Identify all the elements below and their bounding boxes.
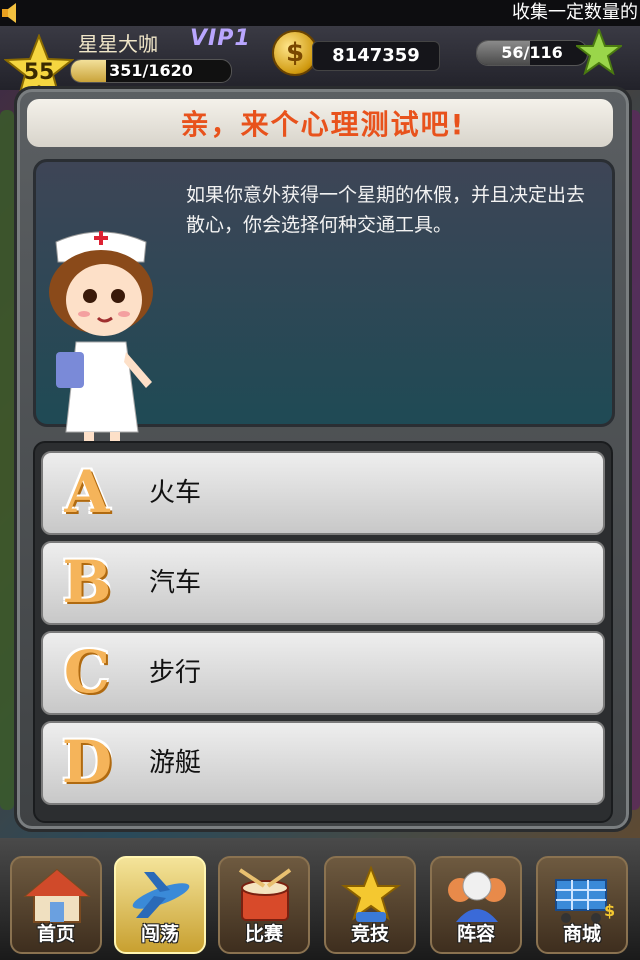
option-d-button[interactable]: D 游艇 <box>41 721 605 805</box>
level-number: 55 <box>23 60 55 85</box>
nav-arena-button[interactable]: 竞技 <box>324 856 416 954</box>
nav-match-button[interactable]: 比赛 <box>218 856 310 954</box>
option-label: 游艇 <box>149 748 202 778</box>
svg-text:$: $ <box>604 901 615 920</box>
option-label: 步行 <box>149 658 202 688</box>
option-label: 火车 <box>149 478 202 508</box>
xp-text: 351/1620 <box>109 61 193 80</box>
question-panel: 如果你意外获得一个星期的休假，并且决定出去散心，你会选择何种交通工具。 <box>33 159 615 495</box>
player-name: 星星大咖 <box>78 32 158 56</box>
option-label: 汽车 <box>149 568 202 598</box>
nav-label: 竞技 <box>350 923 389 945</box>
speaker-icon[interactable] <box>2 3 18 23</box>
nav-label: 阵容 <box>456 923 495 945</box>
drum-icon <box>238 868 292 921</box>
status-bar: 55 星星大咖 VIP1 351/1620 $ 8147359 56/116 <box>0 26 640 103</box>
nav-home-button[interactable]: 首页 <box>10 856 102 954</box>
nav-label: 比赛 <box>244 923 283 945</box>
background-tile <box>0 110 14 810</box>
house-icon <box>23 868 91 923</box>
energy-bar: 56/116 <box>476 40 588 66</box>
option-a-button[interactable]: A 火车 <box>41 451 605 535</box>
nav-label: 商城 <box>562 923 601 945</box>
team-icon <box>448 871 506 922</box>
nav-label: 首页 <box>36 923 75 945</box>
nav-label: 闯荡 <box>140 923 179 945</box>
announcement-ticker: 收集一定数量的 <box>0 0 640 26</box>
dialog-title: 亲，来个心理测试吧! <box>180 108 466 141</box>
answer-options: A 火车 B 汽车 C 步行 D 游艇 <box>33 441 613 823</box>
option-c-button[interactable]: C 步行 <box>41 631 605 715</box>
energy-text: 56/116 <box>501 43 563 62</box>
option-b-button[interactable]: B 汽车 <box>41 541 605 625</box>
nav-lineup-button[interactable]: 阵容 <box>430 856 522 954</box>
nav-adventure-button[interactable]: 闯荡 <box>114 856 206 954</box>
ticker-text: 收集一定数量的 <box>512 2 638 23</box>
psych-test-dialog: 亲，来个心理测试吧! 如果你意外获得一个星期的休假，并且决定出去散心，你会选择何… <box>14 86 632 832</box>
energy-star-icon[interactable] <box>576 29 622 75</box>
airplane-icon <box>132 872 190 918</box>
bottom-nav: 首页 闯荡 比赛 竞技 阵容 $ 商城 <box>0 838 640 960</box>
xp-bar: 351/1620 <box>70 59 232 83</box>
question-text: 如果你意外获得一个星期的休假，并且决定出去散心，你会选择何种交通工具。 <box>186 184 586 236</box>
option-letter: A <box>64 458 110 526</box>
option-letter: D <box>61 728 113 796</box>
vip-badge[interactable]: VIP1 <box>190 26 251 51</box>
option-letter: B <box>62 548 112 616</box>
coin-balance: 8147359 <box>312 41 440 71</box>
nav-shop-button[interactable]: $ 商城 <box>536 856 628 954</box>
option-letter: C <box>63 638 111 706</box>
shopping-cart-icon: $ <box>555 879 615 923</box>
trophy-star-icon <box>341 866 401 922</box>
